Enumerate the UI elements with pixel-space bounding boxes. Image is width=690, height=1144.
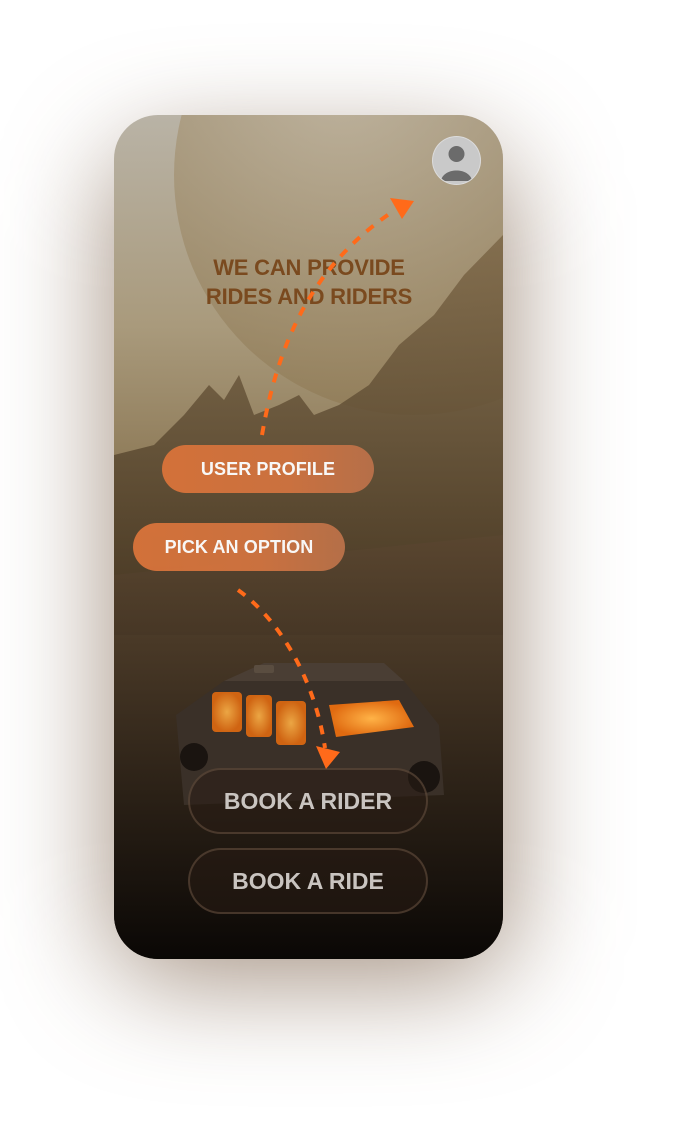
book-rider-button[interactable]: BOOK A RIDER xyxy=(188,768,428,834)
book-ride-button[interactable]: BOOK A RIDE xyxy=(188,848,428,914)
headline-line-2: RIDES AND RIDERS xyxy=(205,284,413,309)
phone-screen: WE CAN PROVIDE RIDES AND RIDERS USER PRO… xyxy=(114,115,503,959)
user-avatar-icon[interactable] xyxy=(432,136,481,185)
person-icon xyxy=(441,146,472,181)
hero-headline: WE CAN PROVIDE RIDES AND RIDERS xyxy=(174,253,444,311)
pick-option-pill[interactable]: PICK AN OPTION xyxy=(133,523,345,571)
canvas: WE CAN PROVIDE RIDES AND RIDERS USER PRO… xyxy=(0,0,690,1144)
user-profile-pill[interactable]: USER PROFILE xyxy=(162,445,374,493)
headline-line-1: WE CAN PROVIDE xyxy=(213,255,405,280)
